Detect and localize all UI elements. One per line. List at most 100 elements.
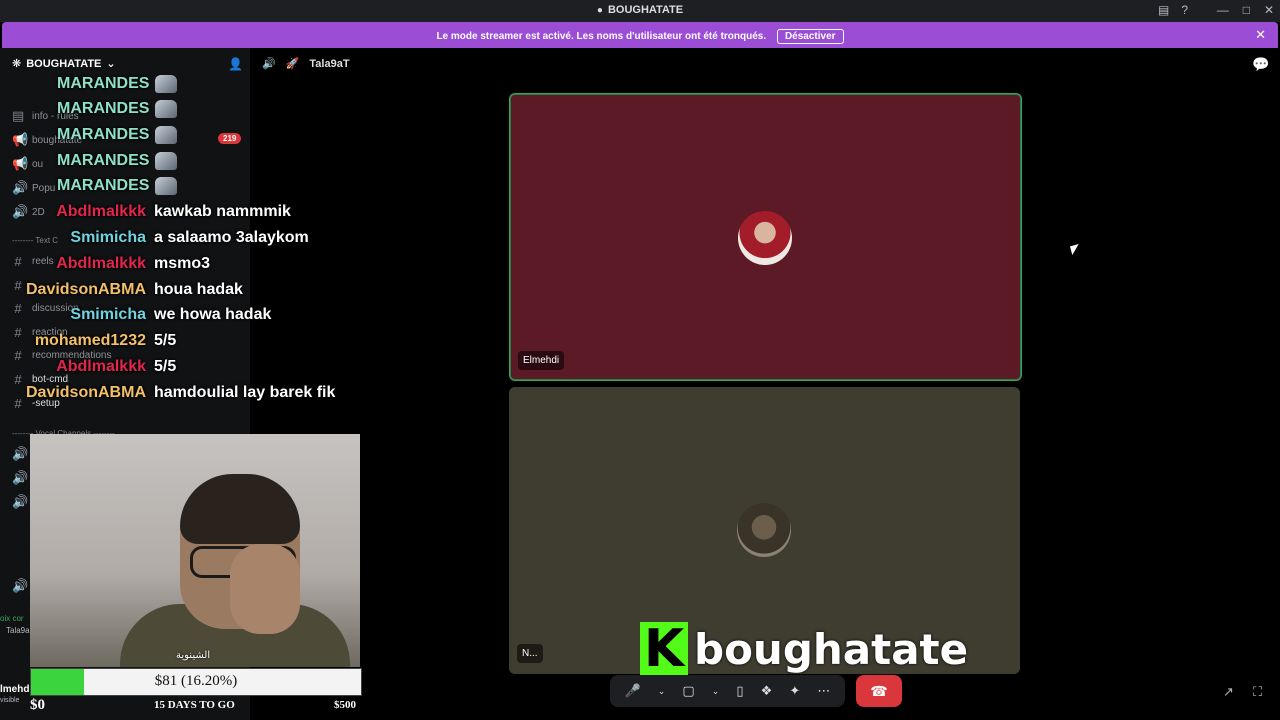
chat-message: we howa hadak	[154, 306, 272, 323]
chat-line: MARANDES	[0, 152, 178, 170]
avatar	[737, 503, 791, 557]
emote-icon	[155, 126, 178, 144]
disable-streamer-button[interactable]: Désactiver	[776, 29, 844, 44]
chat-username: DavidsonABMA	[25, 384, 146, 401]
channel-name: Tala9aT	[309, 57, 350, 70]
phone-hangup-icon: ☎	[870, 683, 888, 699]
goal-target: $500	[334, 699, 356, 711]
speaker-icon: 🔊	[262, 58, 276, 70]
emote-icon	[155, 75, 178, 93]
mention-badge: 219	[218, 133, 242, 144]
donation-goal-bar: $81 (16.20%)	[30, 668, 362, 696]
chat-line: mohamed1232 5/5	[0, 332, 176, 350]
user-name-label: lmehdi	[0, 684, 33, 695]
kick-channel-name: boughatate	[694, 624, 969, 674]
disconnect-button[interactable]: ☎	[856, 675, 902, 707]
chat-line: Abdlmalkkk msmo3	[0, 255, 210, 273]
chat-username: MARANDES	[57, 100, 150, 117]
server-header[interactable]: ❋ BOUGHATATE ⌄	[12, 57, 116, 71]
fullscreen-icon[interactable]: ⛶	[1253, 684, 1262, 700]
chat-username: Abdlmalkkk	[56, 255, 146, 272]
chat-username: Smimicha	[70, 306, 146, 323]
chat-username: mohamed1232	[34, 332, 146, 349]
microphone-icon[interactable]: 🎤	[625, 683, 641, 699]
discord-icon: ●	[596, 5, 603, 16]
soundboard-icon[interactable]: ✦	[789, 683, 800, 699]
server-icon: ❋	[12, 58, 22, 70]
chat-username: Smimicha	[70, 229, 146, 246]
kick-branding: K boughatate	[640, 622, 968, 676]
chat-username: MARANDES	[57, 126, 150, 143]
chat-username: DavidsonABMA	[25, 281, 146, 298]
goal-days-left: 15 DAYS TO GO	[154, 699, 235, 711]
chat-message: msmo3	[154, 255, 211, 272]
webcam-overlay: الشينوية	[30, 434, 360, 667]
chat-message: houa hadak	[154, 281, 243, 298]
add-user-icon[interactable]: 👤	[228, 57, 243, 71]
chat-message: 5/5	[154, 358, 177, 375]
sidebar-item-voice-1[interactable]: 🔊	[12, 446, 29, 462]
user-status-label: visible	[0, 697, 20, 704]
close-icon[interactable]: ✕	[1255, 27, 1266, 43]
voice-connected-label: oix cor	[0, 614, 24, 623]
voice-channel-header: 🔊 🚀 Tala9aT	[262, 57, 350, 71]
sidebar-item-voice-3[interactable]: 🔊	[12, 578, 29, 594]
popout-icon[interactable]: ↗	[1223, 684, 1234, 700]
speaker-icon: 🔊	[12, 578, 29, 593]
chat-line: MARANDES	[0, 100, 178, 118]
minimize-button[interactable]: —	[1217, 3, 1229, 17]
chat-line: Smimicha we howa hadak	[0, 306, 271, 324]
emote-icon	[155, 100, 178, 118]
emote-icon	[155, 177, 178, 195]
chevron-down-icon[interactable]: ⌄	[658, 686, 666, 697]
voice-channel-label: Tala9a	[6, 626, 30, 635]
maximize-button[interactable]: □	[1243, 3, 1250, 17]
chat-username: Abdlmalkkk	[56, 203, 146, 220]
close-window-button[interactable]: ✕	[1264, 3, 1274, 17]
kick-logo: K	[640, 622, 688, 676]
chat-username: Abdlmalkkk	[56, 358, 146, 375]
webcam-caption: الشينوية	[176, 650, 211, 661]
participant-tile[interactable]: Elmehdi	[509, 93, 1022, 381]
banner-message: Le mode streamer est activé. Les noms d'…	[436, 31, 767, 42]
goal-amount: $81 (16.20%)	[154, 673, 238, 689]
goal-start: $0	[30, 697, 45, 713]
chevron-down-icon: ⌄	[106, 58, 116, 70]
sidebar-item-voice-active[interactable]: 🔊	[12, 494, 29, 510]
chevron-down-icon[interactable]: ⌄	[712, 686, 720, 697]
streamer-mode-banner: Le mode streamer est activé. Les noms d'…	[2, 22, 1278, 48]
chat-line: DavidsonABMA houa hadak	[0, 281, 243, 299]
sidebar-item-voice-2[interactable]: 🔊	[12, 470, 29, 486]
speaker-icon: 🔊	[12, 446, 29, 461]
chat-bubble-icon[interactable]: 💬	[1252, 56, 1269, 73]
chat-message: hamdoulial lay barek fik	[154, 384, 336, 401]
mouse-cursor	[1069, 243, 1082, 256]
window-title: ● BOUGHATATE	[596, 4, 684, 16]
title-bar: ● BOUGHATATE ▤ ? — □ ✕	[0, 0, 1280, 22]
more-icon[interactable]: ⋯	[817, 683, 830, 699]
chat-username: MARANDES	[57, 152, 150, 169]
chat-line: MARANDES	[0, 177, 178, 195]
chat-username: MARANDES	[57, 75, 150, 92]
speaker-icon: 🔊	[12, 494, 29, 509]
chat-line: DavidsonABMA hamdoulial lay barek fik	[0, 384, 335, 402]
inbox-icon[interactable]: ▤	[1158, 3, 1169, 17]
camera-off-icon[interactable]: ▢	[682, 683, 694, 699]
emote-icon	[155, 152, 178, 170]
chat-line: Abdlmalkkk 5/5	[0, 358, 176, 376]
speaker-icon: 🔊	[12, 470, 29, 485]
chat-message: kawkab nammmik	[154, 203, 291, 220]
participant-name: N...	[517, 644, 543, 663]
chat-line: Smimicha a salaamo 3alaykom	[0, 229, 309, 247]
call-control-bar: 🎤 ⌄ ▢ ⌄ ▯ ❖ ✦ ⋯	[610, 675, 845, 707]
screen-share-icon[interactable]: ▯	[736, 683, 743, 699]
chat-username: MARANDES	[57, 177, 150, 194]
chat-message: a salaamo 3alaykom	[154, 229, 309, 246]
participant-name: Elmehdi	[518, 351, 565, 370]
help-icon[interactable]: ?	[1181, 3, 1188, 17]
activities-icon[interactable]: ❖	[761, 683, 773, 699]
chat-line: MARANDES	[0, 126, 178, 144]
chat-line: Abdlmalkkk kawkab nammmik	[0, 203, 291, 221]
avatar	[738, 211, 792, 265]
rocket-icon: 🚀	[285, 58, 300, 70]
